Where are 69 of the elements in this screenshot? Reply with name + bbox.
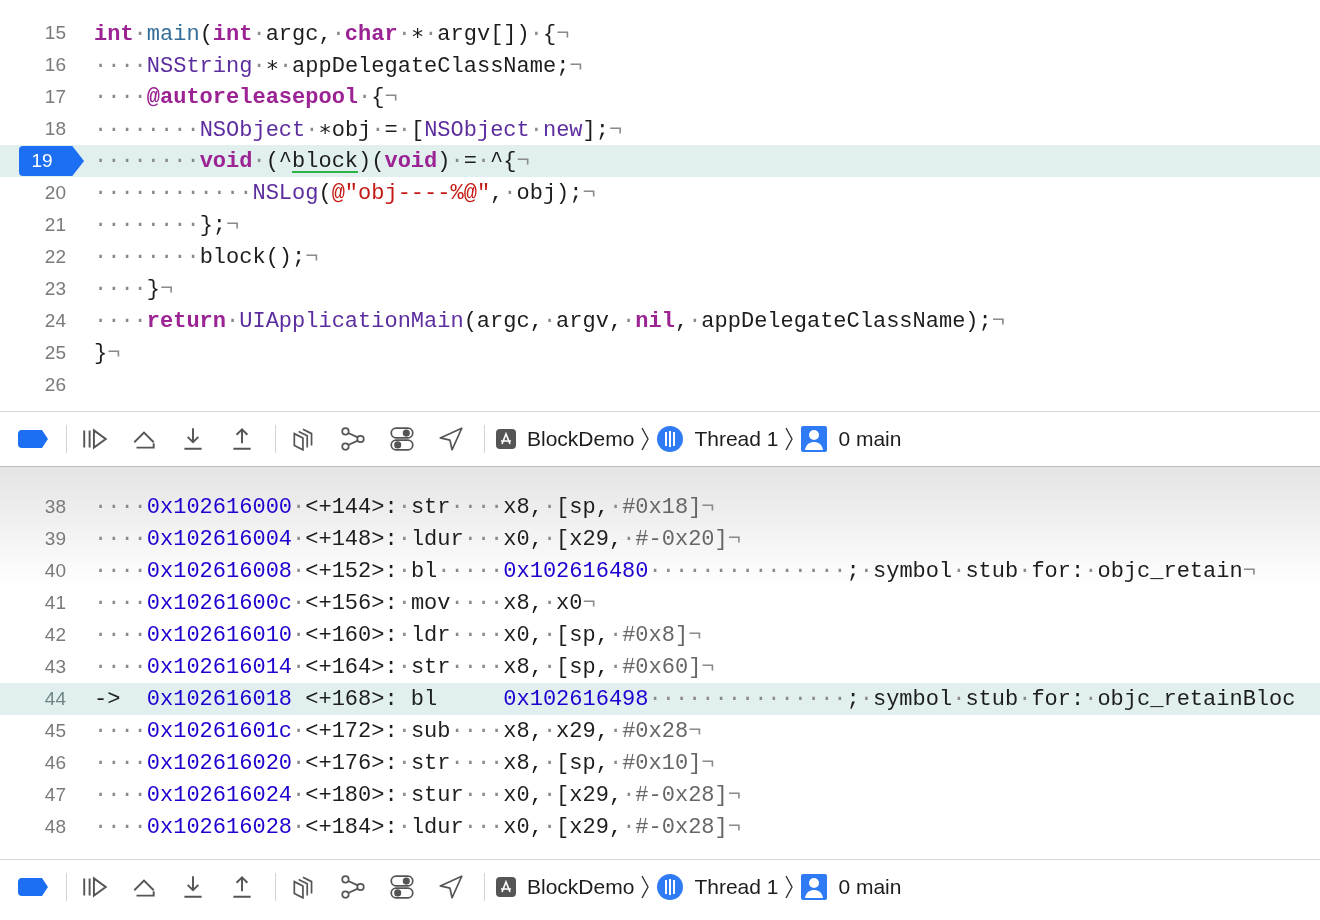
code-text: ····0x102616020·<+176>:·str····x8,·[sp,·#0x10]¬: [94, 750, 715, 776]
line-number: 43: [43, 656, 66, 678]
current-line-badge: 19: [19, 146, 84, 176]
chevron-icon: [640, 874, 651, 900]
line-number: 44: [43, 688, 66, 710]
breadcrumb[interactable]: Thread 1: [656, 425, 779, 453]
line-number: 40: [43, 560, 66, 582]
chevron-icon: [640, 426, 651, 452]
breadcrumb[interactable]: Thread 1: [656, 873, 779, 901]
code-text: ····}¬: [94, 276, 174, 302]
chevron-icon: [784, 426, 795, 452]
line-number: 20: [43, 182, 66, 204]
line-number: 39: [43, 528, 66, 550]
line-number: 47: [43, 784, 66, 806]
code-text: ····0x102616008·<+152>:·bl·····0x102616480···············;·symbol·stub·for:·objc_retain¬: [94, 558, 1256, 584]
code-text: ····@autoreleasepool·{¬: [94, 84, 398, 110]
code-text: ····0x102616024·<+180>:·stur···x0,·[x29,·#-0x28]¬: [94, 782, 741, 808]
breakpoints-toggle[interactable]: [18, 430, 48, 448]
toggles-icon[interactable]: [388, 873, 416, 901]
line-number: 15: [43, 22, 66, 44]
line-number: 26: [43, 374, 66, 396]
thread-icon: [656, 425, 685, 453]
line-number: 46: [43, 752, 66, 774]
breadcrumb[interactable]: BlockDemo: [495, 427, 635, 451]
thread-icon: [656, 873, 685, 901]
code-text: ········void·(^block)(void)·=·^{¬: [94, 148, 530, 174]
breadcrumb[interactable]: 0 main: [800, 425, 902, 453]
code-text: ····0x102616028·<+184>:·ldur···x0,·[x29,·#-0x28]¬: [94, 814, 741, 840]
code-text: ····NSString·∗·appDelegateClassName;¬: [94, 52, 583, 79]
code-text: ········};¬: [94, 212, 240, 238]
app-icon: [495, 428, 517, 450]
person-icon: [800, 873, 829, 901]
line-number: 45: [43, 720, 66, 742]
toggles-icon[interactable]: [388, 425, 416, 453]
code-text: ········NSObject·∗obj·=·[NSObject·new];¬: [94, 116, 623, 143]
breadcrumb[interactable]: BlockDemo: [495, 875, 635, 899]
code-text: ····0x102616010·<+160>:·ldr····x0,·[sp,·#0x8]¬: [94, 622, 702, 648]
code-text: ····0x102616000·<+144>:·str····x8,·[sp,·#0x18]¬: [94, 494, 715, 520]
code-text: -> 0x102616018 <+168>: bl 0x102616498···············;·symbol·stub·for:·objc_retainBloc: [94, 686, 1296, 712]
app-icon: [495, 876, 517, 898]
breadcrumb[interactable]: 0 main: [800, 873, 902, 901]
line-number: 23: [43, 278, 66, 300]
line-number: 18: [43, 118, 66, 140]
code-text: ····0x102616004·<+148>:·ldur···x0,·[x29,·#-0x20]¬: [94, 526, 741, 552]
line-number: 38: [43, 496, 66, 518]
breakpoints-toggle[interactable]: [18, 878, 48, 896]
graph-icon[interactable]: [339, 425, 367, 453]
line-number: 17: [43, 86, 66, 108]
line-number: 21: [43, 214, 66, 236]
chevron-icon: [784, 874, 795, 900]
location-arrow-icon[interactable]: [437, 873, 465, 901]
code-text: ············NSLog(@"obj----%@",·obj);¬: [94, 180, 596, 206]
line-number: 24: [43, 310, 66, 332]
line-number: 25: [43, 342, 66, 364]
line-number: 22: [43, 246, 66, 268]
code-text: ········block();¬: [94, 244, 319, 270]
code-text: int·main(int·argc,·char·∗·argv[])·{¬: [94, 20, 570, 47]
line-number: 41: [43, 592, 66, 614]
graph-icon[interactable]: [339, 873, 367, 901]
line-number: 42: [43, 624, 66, 646]
code-text: ····return·UIApplicationMain(argc,·argv,·nil,·appDelegateClassName);¬: [94, 308, 1005, 334]
location-arrow-icon[interactable]: [437, 425, 465, 453]
code-text: ····0x10261601c·<+172>:·sub····x8,·x29,·#0x28¬: [94, 718, 702, 744]
code-text: ····0x10261600c·<+156>:·mov····x8,·x0¬: [94, 590, 596, 616]
line-number: 48: [43, 816, 66, 838]
code-text: ····0x102616014·<+164>:·str····x8,·[sp,·#0x60]¬: [94, 654, 715, 680]
person-icon: [800, 425, 829, 453]
line-number: 16: [43, 54, 66, 76]
code-text: }¬: [94, 340, 121, 366]
